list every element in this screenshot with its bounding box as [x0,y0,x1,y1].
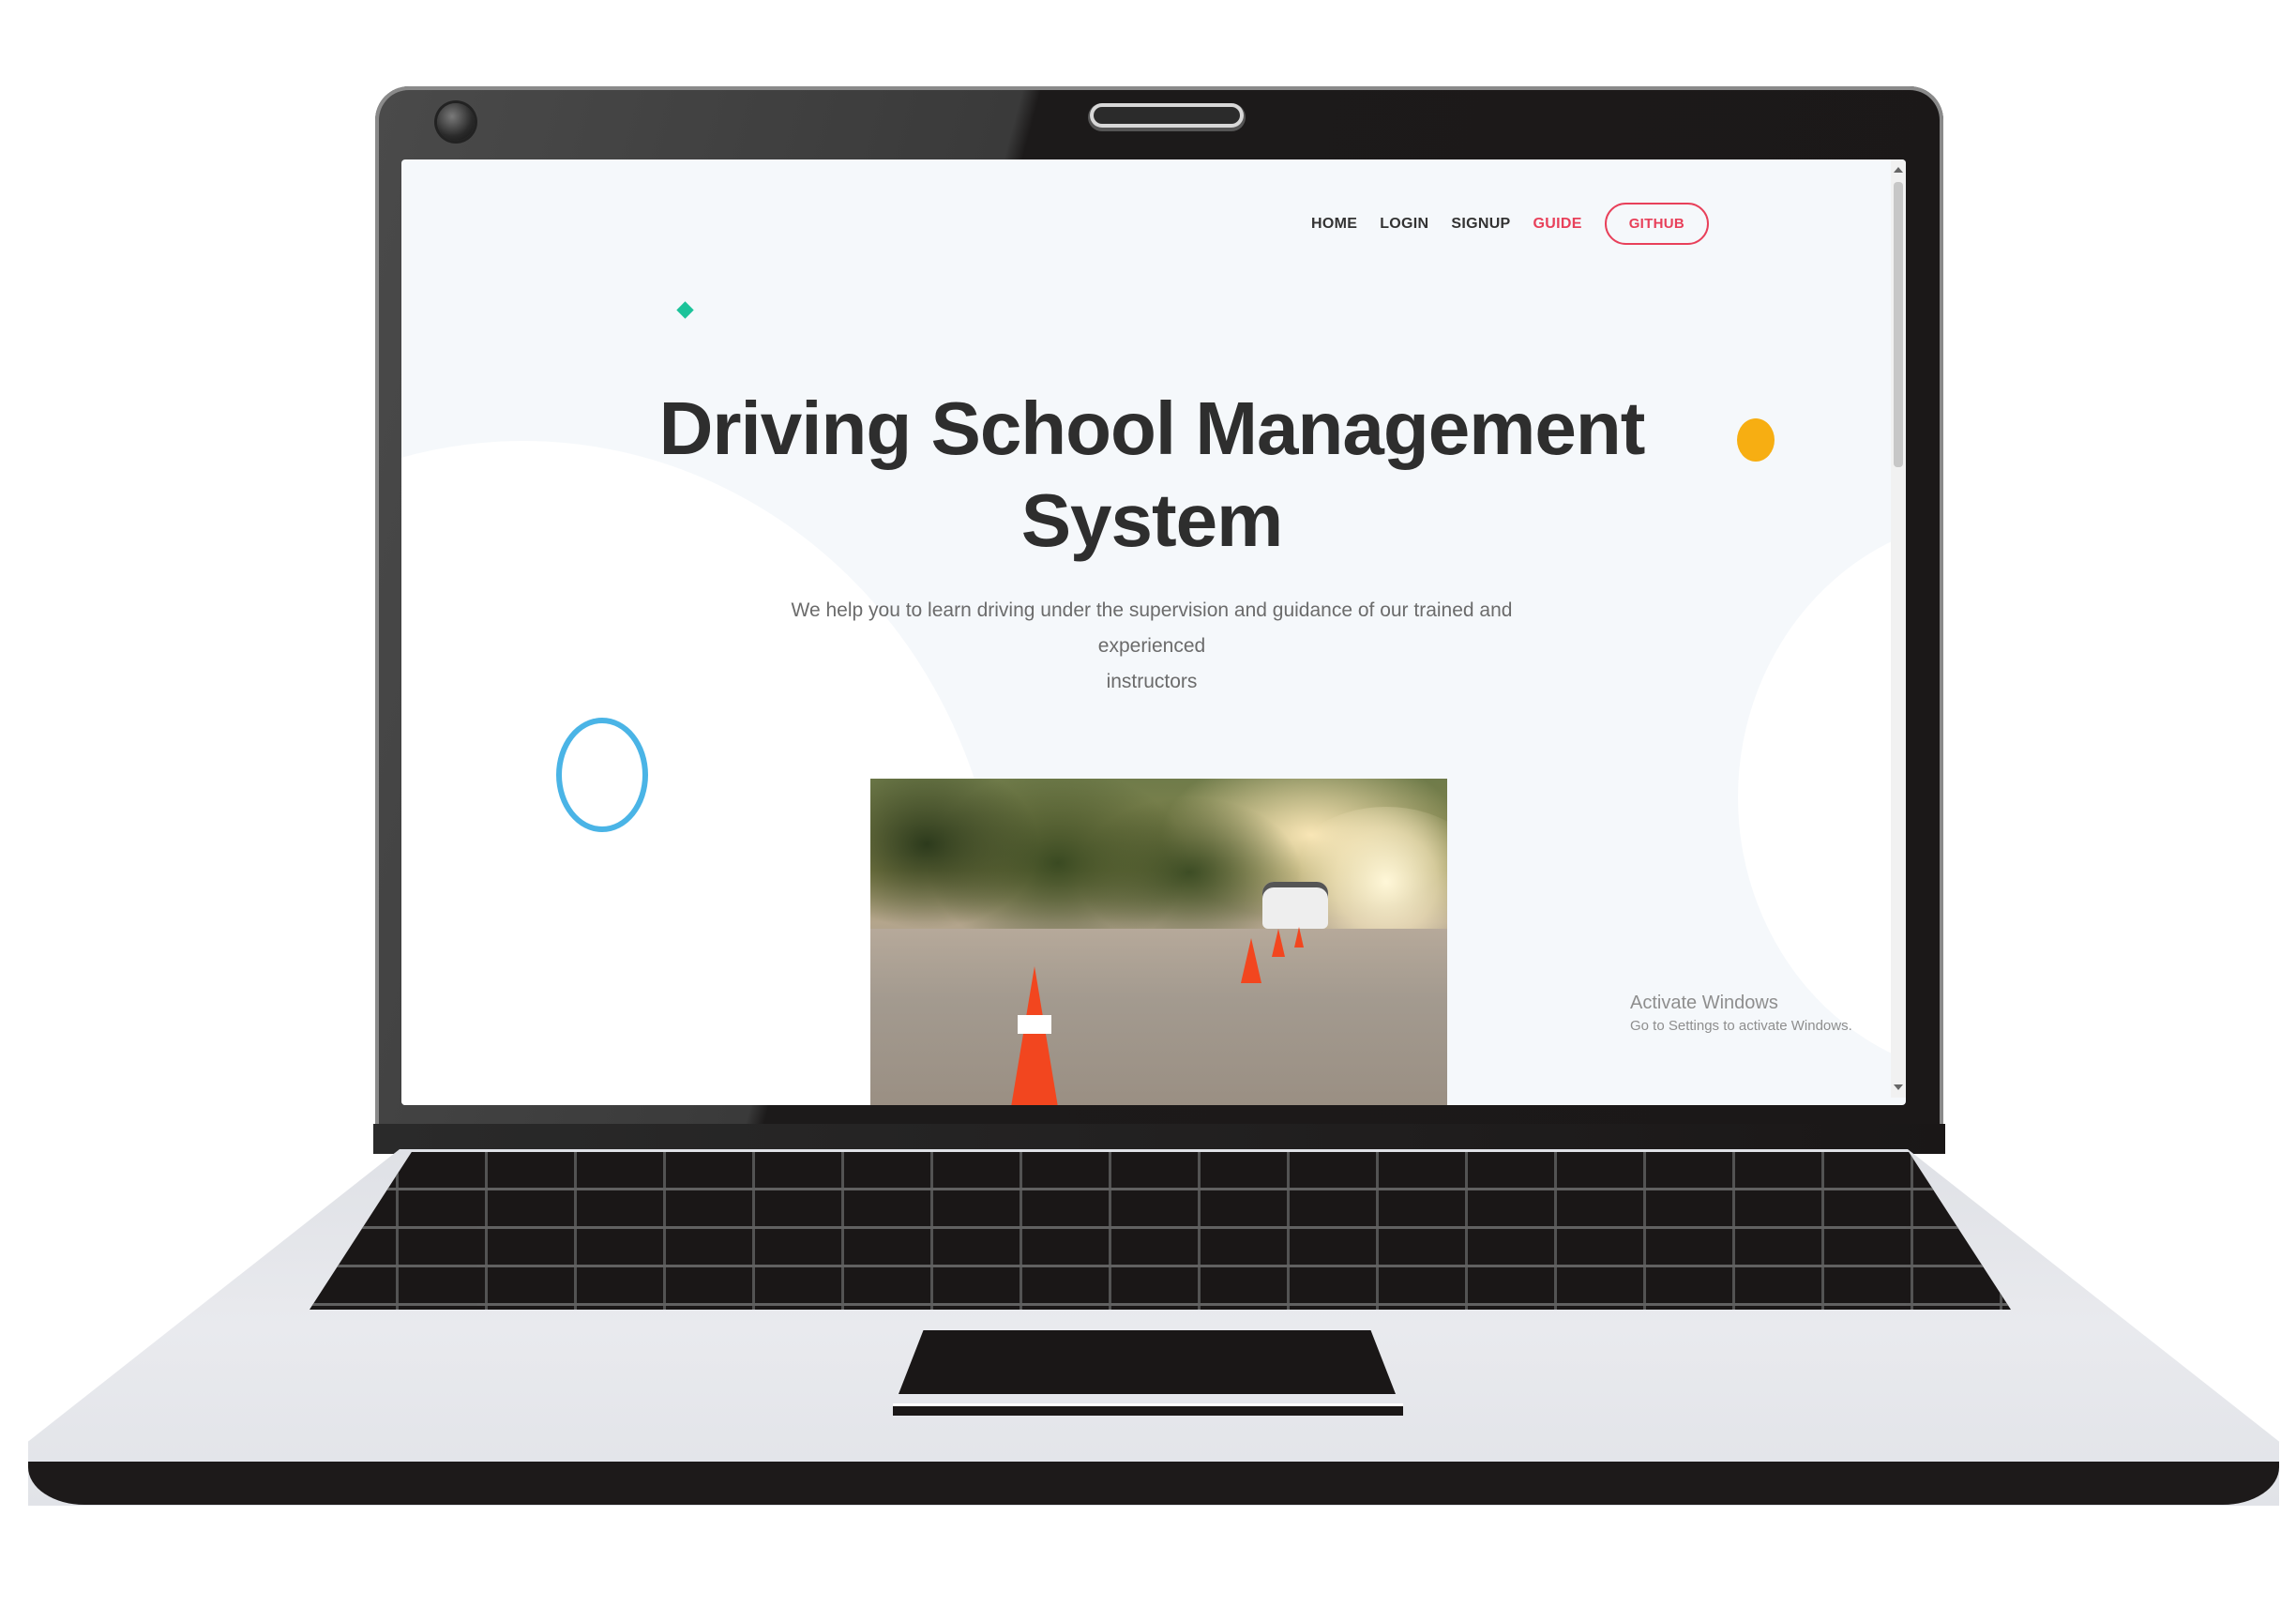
laptop-base-bottom [28,1462,2279,1505]
decorative-blue-ring [556,718,648,832]
traffic-cone-icon [1241,938,1261,983]
camera-slot [1090,103,1244,128]
scroll-down-arrow-icon[interactable] [1894,1084,1903,1090]
watermark-subtitle: Go to Settings to activate Windows. [1630,1018,1852,1034]
page-title-line2: System [1020,478,1284,562]
laptop-screen: HOME LOGIN SIGNUP GUIDE GITHUB Driving S… [401,159,1906,1105]
image-car [1262,882,1328,929]
page-title: Driving School Management System [636,383,1668,567]
decorative-diamond-shape [676,301,694,319]
webcam-icon [437,103,475,141]
page-title-line1: Driving School Management [658,387,1646,470]
vertical-scrollbar[interactable] [1891,159,1906,1098]
top-navigation: HOME LOGIN SIGNUP GUIDE GITHUB [1311,203,1709,245]
traffic-cone-icon [1294,927,1304,948]
hero-subtitle-line2: instructors [1106,671,1198,692]
nav-home-link[interactable]: HOME [1311,216,1357,233]
hero-image-driving-cones [870,779,1447,1105]
hero-subtitle: We help you to learn driving under the s… [748,593,1555,700]
touchpad [899,1330,1396,1394]
hero-subtitle-line1: We help you to learn driving under the s… [791,599,1513,657]
scroll-up-arrow-icon[interactable] [1894,167,1903,173]
nav-guide-link[interactable]: GUIDE [1533,216,1582,233]
traffic-cone-icon [1011,966,1058,1105]
touchpad-edge [893,1403,1403,1416]
windows-activation-watermark: Activate Windows Go to Settings to activ… [1630,993,1852,1034]
nav-login-link[interactable]: LOGIN [1380,216,1428,233]
nav-signup-link[interactable]: SIGNUP [1451,216,1510,233]
scrollbar-thumb[interactable] [1894,182,1903,467]
image-road [870,929,1447,1105]
decorative-yellow-dot [1737,418,1775,462]
traffic-cone-stripe [1018,1015,1051,1034]
traffic-cone-icon [1272,929,1285,957]
keyboard-keys [310,1152,2011,1310]
github-button[interactable]: GITHUB [1604,203,1709,245]
watermark-title: Activate Windows [1630,993,1778,1013]
